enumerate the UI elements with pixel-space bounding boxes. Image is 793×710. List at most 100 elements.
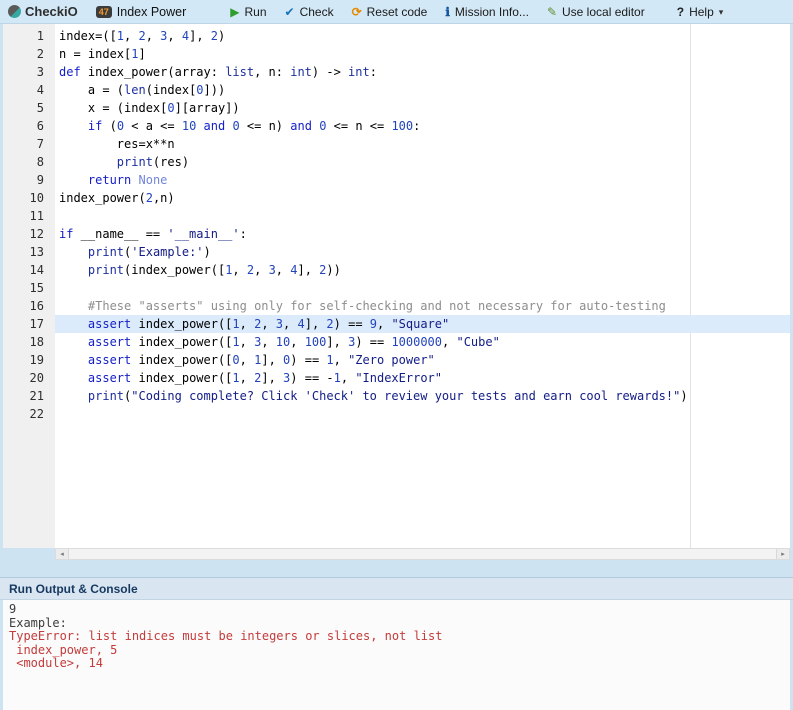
code-line[interactable]: 15 [3, 279, 790, 297]
code-line[interactable]: 21 print("Coding complete? Click 'Check'… [3, 387, 790, 405]
line-number: 9 [36, 173, 44, 187]
reset-code-button[interactable]: ⟳ Reset code [352, 5, 428, 19]
checkio-logo-text: CheckiO [25, 4, 78, 19]
mission-info-button[interactable]: ℹ Mission Info... [445, 5, 529, 19]
code-line[interactable]: 1 index=([1, 2, 3, 4], 2) [3, 27, 790, 45]
reset-icon: ⟳ [351, 4, 362, 19]
line-number: 12 [29, 227, 44, 241]
code-line[interactable]: 3 def index_power(array: list, n: int) ->… [3, 63, 790, 81]
info-icon: ℹ [445, 4, 450, 19]
line-number: 14 [29, 263, 44, 277]
line-number: 8 [36, 155, 44, 169]
code-text: index_power(2,n) [59, 191, 175, 205]
code-text: return None [87, 173, 168, 187]
console-line: Example: [9, 615, 67, 630]
line-number: 20 [29, 371, 44, 385]
code-line[interactable]: 12 if __name__ == '__main__': [3, 225, 790, 243]
code-line[interactable]: 6 if (0 < a <= 10 and 0 <= n) and 0 <= n… [3, 117, 790, 135]
use-local-editor-label: Use local editor [562, 4, 645, 19]
code-text: index=([1, 2, 3, 4], 2) [59, 29, 226, 43]
code-text: print('Example:') [87, 245, 211, 259]
check-icon: ✔ [284, 4, 295, 19]
code-line[interactable]: 10 index_power(2,n) [3, 189, 790, 207]
code-text: assert index_power([1, 2], 3) == -1, "In… [87, 371, 443, 385]
code-line[interactable]: 7 res=x**n [3, 135, 790, 153]
checkio-logo[interactable]: CheckiO [8, 4, 78, 19]
code-text: x = (index[0][array]) [59, 101, 240, 115]
line-number: 17 [29, 317, 44, 331]
code-line[interactable]: 4 a = (len(index[0])) [3, 81, 790, 99]
mission-info-label: Mission Info... [454, 4, 529, 19]
run-icon: ▶ [230, 4, 240, 19]
code-text: a = (len(index[0])) [59, 83, 226, 97]
code-line[interactable]: 19 assert index_power([0, 1], 0) == 1, "… [3, 351, 790, 369]
console-line: index_power, 5 [9, 642, 118, 657]
scroll-left-icon[interactable]: ◂ [56, 549, 69, 559]
code-text: assert index_power([1, 2, 3, 4], 2) == 9… [55, 315, 790, 333]
code-line[interactable]: 9 return None [3, 171, 790, 189]
code-line[interactable]: 17 assert index_power([1, 2, 3, 4], 2) =… [3, 315, 790, 333]
scroll-right-icon[interactable]: ▸ [776, 549, 789, 559]
line-number: 18 [29, 335, 44, 349]
checkio-logo-icon [8, 5, 21, 18]
check-button[interactable]: ✔ Check [285, 5, 334, 19]
code-line[interactable]: 8 print(res) [3, 153, 790, 171]
code-line[interactable]: 22 [3, 405, 790, 423]
line-number: 3 [36, 65, 44, 79]
pencil-icon: ✎ [546, 4, 557, 19]
code-line[interactable]: 14 print(index_power([1, 2, 3, 4], 2)) [3, 261, 790, 279]
code-line[interactable]: 13 print('Example:') [3, 243, 790, 261]
code-text: assert index_power([1, 3, 10, 100], 3) =… [87, 335, 500, 349]
code-lines: 1 index=([1, 2, 3, 4], 2) 2 n = index[1] 3 de… [3, 24, 790, 423]
line-number: 15 [29, 281, 44, 295]
line-number: 10 [29, 191, 44, 205]
reset-code-label: Reset code [366, 4, 428, 19]
code-line[interactable]: 2 n = index[1] [3, 45, 790, 63]
code-text: print("Coding complete? Click 'Check' to… [87, 389, 688, 403]
code-text: print(res) [116, 155, 190, 169]
console-line: TypeError: list indices must be integers… [9, 629, 443, 643]
code-line[interactable]: 18 assert index_power([1, 3, 10, 100], 3… [3, 333, 790, 351]
checkio-editor-window: CheckiO 47 Index Power ▶ Run ✔ Check ⟳ R… [0, 0, 793, 710]
console-header: Run Output & Console [0, 577, 793, 600]
check-label: Check [299, 4, 334, 19]
console-line: <module>, 14 [9, 656, 103, 670]
console-output[interactable]: 9 Example: TypeError: list indices must be… [3, 600, 790, 710]
line-number: 16 [29, 299, 44, 313]
line-number: 6 [36, 119, 44, 133]
run-button[interactable]: ▶ Run [230, 5, 266, 19]
code-editor[interactable]: 1 index=([1, 2, 3, 4], 2) 2 n = index[1] 3 de… [3, 24, 790, 548]
toolbar: CheckiO 47 Index Power ▶ Run ✔ Check ⟳ R… [0, 0, 793, 24]
console-line: 9 [9, 602, 17, 616]
line-number: 13 [29, 245, 44, 259]
code-line[interactable]: 11 [3, 207, 790, 225]
horizontal-scrollbar[interactable]: ◂ ▸ [55, 548, 790, 560]
line-number: 1 [36, 29, 44, 43]
help-icon: ? [676, 4, 685, 19]
code-line[interactable]: 20 assert index_power([1, 2], 3) == -1, … [3, 369, 790, 387]
pane-splitter[interactable] [0, 560, 793, 577]
line-number: 21 [29, 389, 44, 403]
code-line[interactable]: 16 #These "asserts" using only for self-… [3, 297, 790, 315]
code-text: #These "asserts" using only for self-che… [87, 299, 666, 313]
line-number: 7 [36, 137, 44, 151]
scrollbar-track[interactable] [69, 549, 776, 559]
help-button[interactable]: ? Help ▾ [677, 5, 724, 19]
code-text: print(index_power([1, 2, 3, 4], 2)) [87, 263, 341, 277]
code-text: assert index_power([0, 1], 0) == 1, "Zer… [87, 353, 435, 367]
mission-title: Index Power [116, 4, 187, 19]
help-label: Help [689, 4, 714, 19]
line-number: 2 [36, 47, 44, 61]
code-text: def index_power(array: list, n: int) -> … [59, 65, 377, 79]
code-text: if __name__ == '__main__': [59, 227, 247, 241]
code-text: res=x**n [59, 137, 175, 151]
line-number: 4 [36, 83, 44, 97]
console-title: Run Output & Console [9, 581, 138, 596]
use-local-editor-button[interactable]: ✎ Use local editor [547, 5, 645, 19]
code-line[interactable]: 5 x = (index[0][array]) [3, 99, 790, 117]
mission-title-group: 47 Index Power [95, 4, 187, 19]
code-text: if (0 < a <= 10 and 0 <= n) and 0 <= n <… [87, 119, 421, 133]
